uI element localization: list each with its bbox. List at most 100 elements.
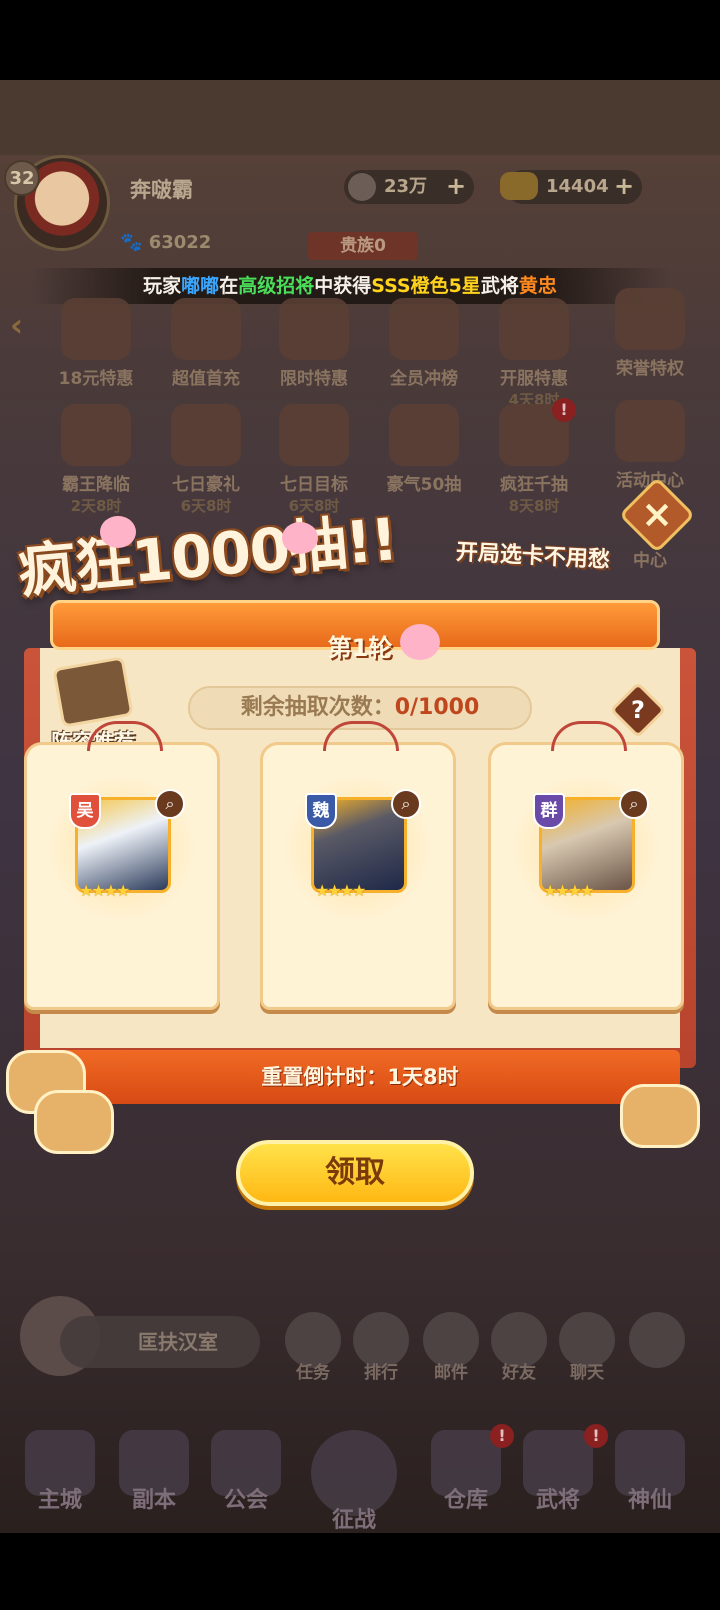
- activity-icon: [279, 404, 349, 466]
- activity-icon: [389, 404, 459, 466]
- nav-label: 仓库: [443, 1488, 488, 1513]
- paw-decoration-icon: [100, 516, 136, 548]
- activity-item[interactable]: 开服特惠 4天8时: [484, 298, 584, 409]
- top-band: [0, 80, 720, 155]
- claim-button[interactable]: 领取: [236, 1140, 474, 1206]
- activity-timer: 8天8时: [508, 497, 560, 515]
- activity-label: 荣誉特权: [616, 359, 684, 379]
- activity-label: 超值首充: [172, 369, 240, 389]
- mini-button-friends[interactable]: 好友: [488, 1312, 550, 1383]
- activity-label: 霸王降临: [62, 475, 130, 495]
- nav-label: 主城: [37, 1488, 82, 1513]
- activity-icon: [615, 288, 685, 350]
- nav-dungeon[interactable]: 副本: [104, 1430, 204, 1514]
- activity-icon: [171, 404, 241, 466]
- player-name: 奔啵霸: [130, 178, 193, 202]
- magnifier-icon[interactable]: ⌕: [391, 789, 421, 819]
- counter-value: 0/1000: [394, 695, 480, 720]
- activity-label: 开服特惠: [500, 369, 568, 389]
- gold-value: 14404: [546, 176, 609, 197]
- treasure-bag-icon: [620, 1084, 700, 1148]
- nav-main-city[interactable]: 主城: [10, 1430, 110, 1514]
- hero-card-1[interactable]: 吴 ⌕ ★★★★: [24, 721, 220, 1010]
- nav-guild[interactable]: 公会: [196, 1430, 296, 1514]
- paw-icon: 🐾: [120, 232, 149, 253]
- activity-icon: [279, 298, 349, 360]
- nav-label: 武将: [535, 1488, 580, 1513]
- hero-card-3[interactable]: 群 ⌕ ★★★★: [488, 721, 684, 1010]
- close-icon: ×: [641, 492, 673, 536]
- status-bar: [0, 0, 720, 80]
- ticker-hero: 黄忠: [518, 275, 557, 297]
- paw-points-value: 63022: [148, 232, 212, 253]
- alert-badge-icon: !: [552, 398, 576, 422]
- activity-icon: [61, 298, 131, 360]
- activity-item[interactable]: 霸王降临 2天8时: [46, 404, 146, 515]
- collapse-arrow-icon[interactable]: ‹: [10, 306, 23, 344]
- faction-badge: 群: [533, 793, 565, 829]
- ticker-middle: 中获得: [314, 275, 372, 297]
- activity-icon: [61, 404, 131, 466]
- add-silver-icon[interactable]: +: [444, 174, 468, 199]
- ticker-tier: SSS橙色5星: [371, 275, 481, 297]
- gold-pill[interactable]: 14404 +: [500, 170, 642, 204]
- nav-label: 副本: [131, 1488, 176, 1513]
- activity-label: 中心: [633, 551, 667, 571]
- question-icon: ?: [631, 696, 645, 724]
- star-rating: ★★★★: [543, 881, 594, 900]
- mini-label: 邮件: [434, 1363, 468, 1383]
- ticker-prefix: 玩家: [143, 275, 182, 297]
- activity-item[interactable]: 18元特惠: [46, 298, 146, 408]
- activity-icon: [615, 400, 685, 462]
- activity-label: 疯狂千抽: [500, 475, 568, 495]
- mini-button-task[interactable]: 任务: [282, 1312, 344, 1383]
- nav-label: 神仙: [627, 1488, 672, 1513]
- mini-button-paw[interactable]: [626, 1312, 688, 1368]
- gold-ingot-icon: [500, 172, 538, 200]
- noble-badge[interactable]: 贵族0: [308, 232, 418, 260]
- activity-icon: [389, 298, 459, 360]
- level-badge: 32: [4, 160, 40, 196]
- magnifier-icon[interactable]: ⌕: [619, 789, 649, 819]
- activity-icon: [171, 298, 241, 360]
- nav-campaign[interactable]: 征战: [304, 1430, 404, 1534]
- silver-coin-icon: [348, 173, 376, 201]
- ticker-hero-label: 武将: [480, 275, 519, 297]
- activity-label: 七日豪礼: [172, 475, 240, 495]
- ticker-event: 高级招将: [238, 275, 315, 297]
- paw-decoration-icon: [400, 624, 440, 660]
- nav-label: 公会: [223, 1488, 268, 1513]
- faction-badge: 魏: [305, 793, 337, 829]
- activity-item[interactable]: 限时特惠: [264, 298, 364, 408]
- silver-pill[interactable]: 23万 +: [344, 170, 474, 204]
- nav-immortal[interactable]: 神仙: [600, 1430, 700, 1514]
- activity-label: 18元特惠: [58, 369, 134, 389]
- add-gold-icon[interactable]: +: [612, 174, 636, 199]
- paw-icon: [629, 1312, 685, 1368]
- paw-decoration-icon: [282, 522, 318, 554]
- magnifier-icon[interactable]: ⌕: [155, 789, 185, 819]
- activity-timer: 2天8时: [70, 497, 122, 515]
- counter-label: 剩余抽取次数：: [240, 695, 395, 720]
- mini-button-chat[interactable]: 聊天: [556, 1312, 618, 1383]
- activity-item[interactable]: 全员冲榜: [374, 298, 474, 408]
- treasure-bag-icon: [34, 1090, 114, 1154]
- activity-label: 七日目标: [280, 475, 348, 495]
- screen: 32 奔啵霸 23万 + 14404 + 🐾 63022 贵族0 玩家嘟嘟在高级…: [0, 0, 720, 1610]
- mini-button-rank[interactable]: 排行: [350, 1312, 412, 1383]
- nav-label: 征战: [331, 1508, 376, 1533]
- activity-icon: [499, 298, 569, 360]
- quest-banner[interactable]: 匡扶汉室: [60, 1316, 260, 1368]
- reset-countdown: 重置倒计时：1天8时: [40, 1050, 680, 1104]
- activity-item[interactable]: 荣誉特权: [600, 288, 700, 398]
- activity-label: 限时特惠: [280, 369, 348, 389]
- mini-label: 聊天: [570, 1363, 604, 1383]
- activity-label: 全员冲榜: [390, 369, 458, 389]
- mini-button-mail[interactable]: 邮件: [420, 1312, 482, 1383]
- hero-card-2[interactable]: 魏 ⌕ ★★★★: [260, 721, 456, 1010]
- faction-badge: 吴: [69, 793, 101, 829]
- popup-title-text: 疯狂1000抽!!: [15, 505, 400, 606]
- activity-item[interactable]: 七日豪礼 6天8时: [156, 404, 256, 515]
- activity-item[interactable]: 超值首充: [156, 298, 256, 408]
- system-nav-bar: [0, 1533, 720, 1610]
